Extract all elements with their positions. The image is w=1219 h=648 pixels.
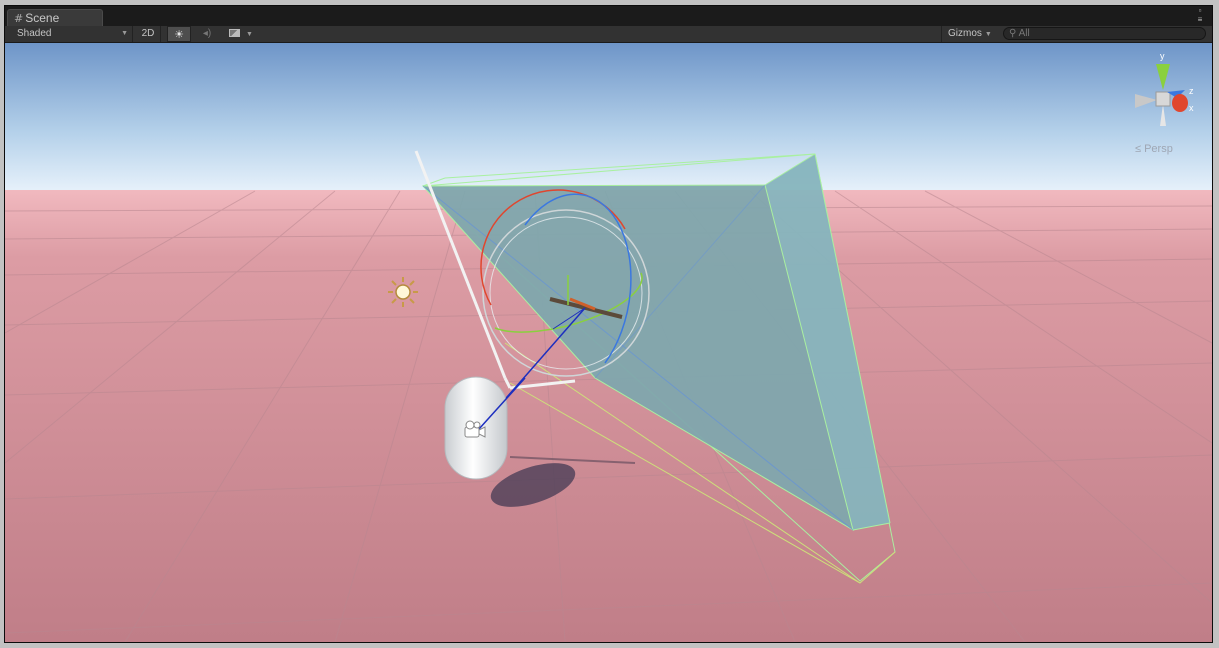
draw-mode-label: Shaded	[17, 28, 52, 39]
axis-x-label: x	[1189, 103, 1194, 113]
gizmos-dropdown[interactable]: Gizmos ▼	[941, 26, 999, 42]
search-input[interactable]: ⚲ All	[1003, 27, 1206, 40]
tab-scene[interactable]: # Scene	[7, 9, 103, 26]
persp-chevron-icon: ≤	[1135, 143, 1145, 155]
tab-bar: # Scene ▫ ≡	[5, 6, 1212, 26]
projection-toggle[interactable]: ≤ Persp	[1135, 143, 1173, 155]
draw-mode-dropdown[interactable]: Shaded ▼	[9, 26, 133, 42]
scene-canvas[interactable]: y z x	[5, 43, 1212, 642]
scene-window: # Scene ▫ ≡ Shaded ▼ 2D ☀ ◂) ▼ Gizmos ▼ ⚲ A…	[4, 5, 1213, 643]
axis-y-label: y	[1160, 51, 1165, 61]
light-sun-icon[interactable]	[388, 277, 418, 307]
window-menu-icon[interactable]: ▫ ≡	[1192, 6, 1208, 26]
chevron-down-icon: ▼	[121, 30, 128, 37]
scene-viewport[interactable]: y z x ≤ Persp	[5, 43, 1212, 642]
perspective-cube[interactable]	[1155, 91, 1171, 107]
scene-toolbar: Shaded ▼ 2D ☀ ◂) ▼ Gizmos ▼ ⚲ All	[5, 26, 1212, 43]
axis-z-label: z	[1189, 86, 1194, 96]
gizmos-label: Gizmos	[948, 28, 982, 39]
search-icon: ⚲	[1009, 28, 1017, 39]
search-placeholder: All	[1018, 28, 1030, 39]
tab-scene-label: Scene	[25, 11, 60, 25]
chevron-down-icon: ▼	[246, 31, 253, 38]
speaker-icon[interactable]: ◂)	[195, 26, 219, 42]
effects-dropdown[interactable]: ▼	[223, 26, 257, 42]
chevron-down-icon: ▼	[984, 31, 992, 38]
image-icon	[229, 29, 240, 38]
toggle-2d-button[interactable]: 2D	[136, 26, 161, 42]
axis-x-cone[interactable]	[1172, 94, 1188, 112]
sun-icon[interactable]: ☀	[167, 26, 191, 42]
grid-hash-icon: #	[14, 12, 24, 25]
projection-label: Persp	[1144, 143, 1173, 155]
